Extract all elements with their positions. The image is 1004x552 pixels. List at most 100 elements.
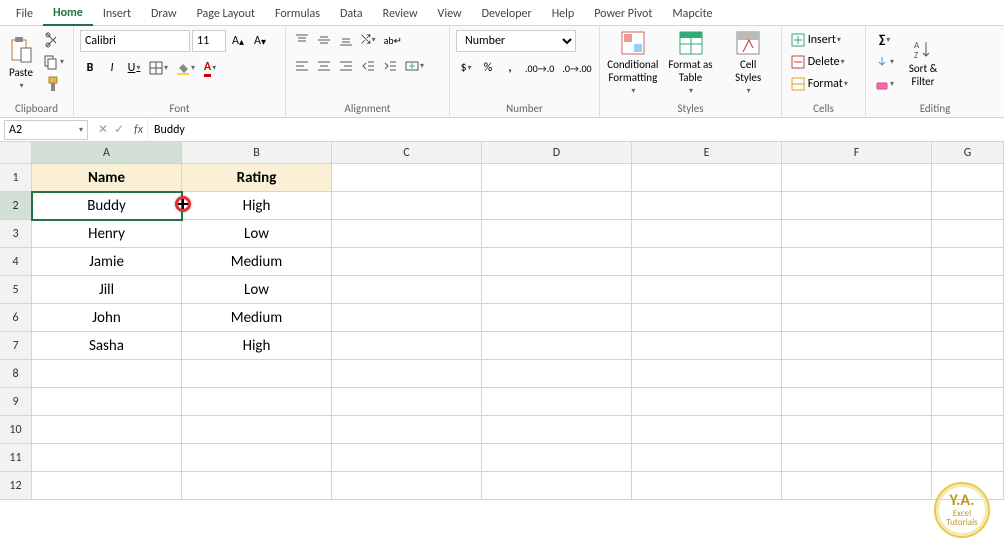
clear-button[interactable]: ▾ [872,74,897,94]
worksheet-grid[interactable]: ABCDEFG1NameRating2BuddyHigh3HenryLow4Ja… [0,142,1004,500]
tab-insert[interactable]: Insert [93,3,141,25]
cell[interactable] [332,248,482,276]
cell-styles-button[interactable]: Cell Styles▾ [721,30,775,96]
cell[interactable] [482,220,632,248]
tab-mapcite[interactable]: Mapcite [662,3,722,25]
border-button[interactable]: ▾ [146,58,171,78]
align-middle-button[interactable] [314,30,334,50]
tab-help[interactable]: Help [542,3,585,25]
cell[interactable] [782,276,932,304]
cell[interactable] [332,332,482,360]
row-header[interactable]: 7 [0,332,32,360]
row-header[interactable]: 9 [0,388,32,416]
increase-decimal-button[interactable]: .00→.0 [522,58,557,78]
font-name-select[interactable] [80,30,190,52]
cell[interactable] [632,220,782,248]
cell[interactable] [32,472,182,500]
cell[interactable] [332,388,482,416]
cell[interactable] [632,192,782,220]
cell[interactable] [482,388,632,416]
align-top-button[interactable] [292,30,312,50]
italic-button[interactable]: I [102,58,122,78]
cell[interactable]: High [182,192,332,220]
cell[interactable]: Jill [32,276,182,304]
cell[interactable] [182,472,332,500]
cell[interactable]: Buddy [32,192,182,220]
cut-button[interactable] [40,30,67,50]
cell[interactable] [632,332,782,360]
cell[interactable] [482,332,632,360]
cell[interactable] [932,388,1004,416]
enter-formula-button[interactable]: ✓ [114,122,124,137]
cell[interactable] [182,388,332,416]
cell[interactable]: Low [182,276,332,304]
cell[interactable]: John [32,304,182,332]
align-right-button[interactable] [336,56,356,76]
column-header[interactable]: D [482,142,632,164]
font-size-select[interactable] [192,30,226,52]
tab-developer[interactable]: Developer [472,3,542,25]
cell[interactable] [632,164,782,192]
cell[interactable] [782,248,932,276]
cell[interactable] [332,192,482,220]
accounting-button[interactable]: $▾ [456,58,476,78]
cell[interactable] [332,220,482,248]
cell[interactable] [632,472,782,500]
cell[interactable] [632,416,782,444]
increase-font-button[interactable]: A▴ [228,31,248,51]
cell[interactable] [32,360,182,388]
cell[interactable] [632,304,782,332]
cell[interactable] [482,192,632,220]
tab-power-pivot[interactable]: Power Pivot [584,3,662,25]
cell[interactable] [932,304,1004,332]
cell[interactable] [782,164,932,192]
cell[interactable] [932,360,1004,388]
format-as-table-button[interactable]: Format as Table▾ [664,30,718,96]
format-painter-button[interactable] [40,74,67,94]
cell[interactable] [332,472,482,500]
paste-button[interactable]: Paste▾ [6,30,36,96]
cell[interactable] [782,472,932,500]
tab-draw[interactable]: Draw [141,3,187,25]
cell[interactable] [782,444,932,472]
formula-input[interactable]: Buddy [147,118,1004,141]
fill-button[interactable]: ▾ [872,52,897,72]
cell[interactable] [632,360,782,388]
tab-page-layout[interactable]: Page Layout [187,3,265,25]
cell[interactable] [482,276,632,304]
decrease-font-button[interactable]: A▾ [250,31,270,51]
row-header[interactable]: 3 [0,220,32,248]
cell[interactable] [182,360,332,388]
row-header[interactable]: 1 [0,164,32,192]
cell[interactable]: Henry [32,220,182,248]
cell[interactable] [932,220,1004,248]
row-header[interactable]: 5 [0,276,32,304]
orientation-button[interactable]: ⤭▾ [358,30,379,50]
cell[interactable] [632,388,782,416]
fx-icon[interactable]: fx [130,123,147,137]
increase-indent-button[interactable] [380,56,400,76]
tab-formulas[interactable]: Formulas [265,3,330,25]
delete-cells-button[interactable]: Delete▾ [788,52,859,72]
cell[interactable] [632,444,782,472]
tab-home[interactable]: Home [43,2,93,26]
cell[interactable]: Medium [182,248,332,276]
insert-cells-button[interactable]: Insert▾ [788,30,859,50]
cell[interactable] [32,388,182,416]
row-header[interactable]: 8 [0,360,32,388]
tab-data[interactable]: Data [330,3,373,25]
cell[interactable] [782,192,932,220]
column-header[interactable]: A [32,142,182,164]
cell[interactable]: High [182,332,332,360]
font-color-button[interactable]: A▾ [200,58,220,78]
tab-view[interactable]: View [428,3,472,25]
percent-button[interactable]: % [478,58,498,78]
column-header[interactable]: G [932,142,1004,164]
tab-review[interactable]: Review [373,3,428,25]
row-header[interactable]: 12 [0,472,32,500]
cell[interactable] [782,360,932,388]
row-header[interactable]: 4 [0,248,32,276]
cell[interactable] [632,248,782,276]
cell[interactable]: Name [32,164,182,192]
cell[interactable] [182,416,332,444]
